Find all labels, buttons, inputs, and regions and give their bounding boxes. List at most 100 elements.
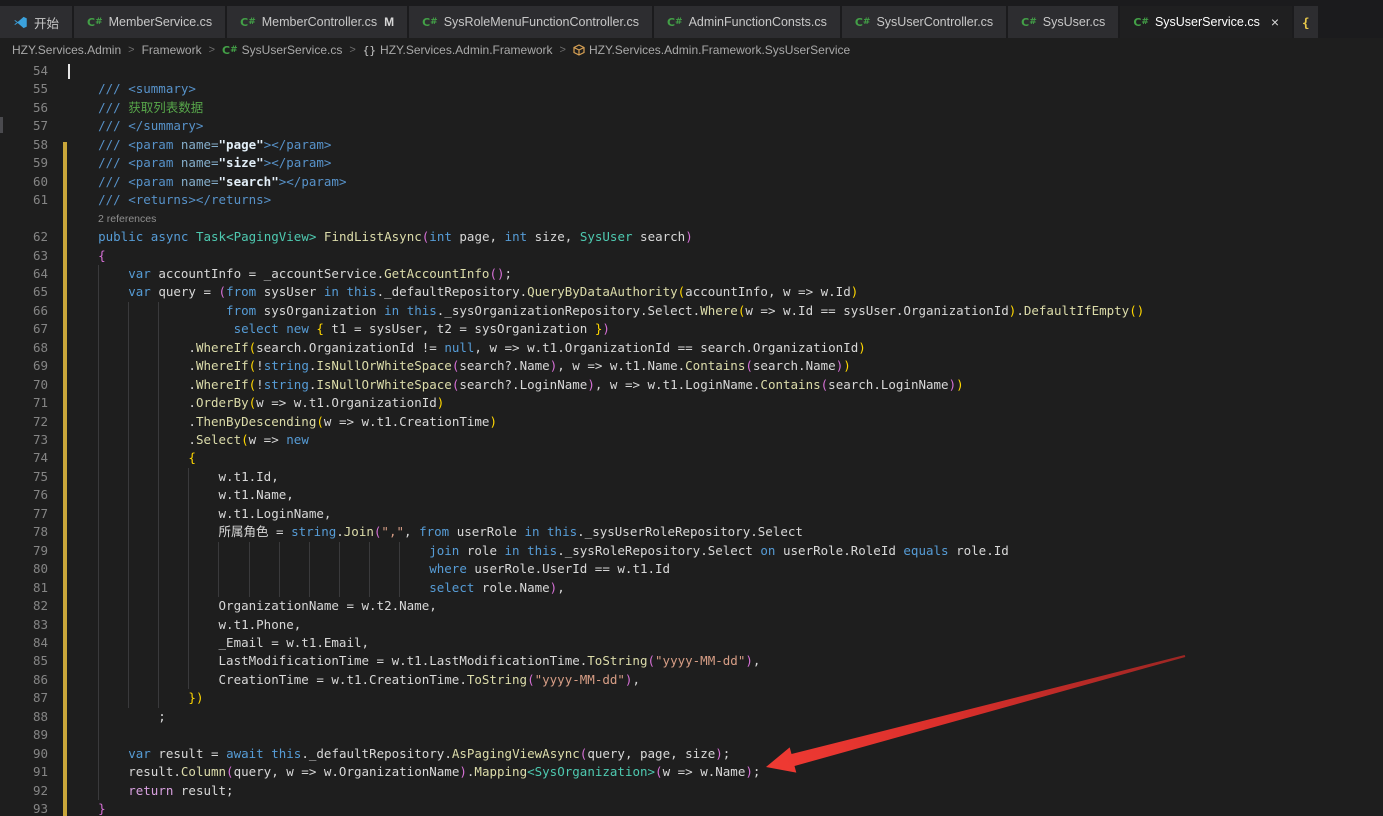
code-line[interactable]: 59 /// <param name="size"></param> [0, 154, 1383, 172]
code-line[interactable]: 54 [0, 62, 1383, 80]
code-line[interactable]: 90 var result = await this._defaultRepos… [0, 745, 1383, 763]
breadcrumb-item[interactable]: HZY.Services.Admin [12, 43, 121, 57]
code-line[interactable]: 55 /// <summary> [0, 80, 1383, 98]
code-line[interactable]: 57 /// </summary> [0, 117, 1383, 135]
code-line[interactable]: 80 where userRole.UserId == w.t1.Id [0, 560, 1383, 578]
code-line[interactable]: 69 .WhereIf(!string.IsNullOrWhiteSpace(s… [0, 357, 1383, 375]
code-text: /// <summary> [68, 80, 196, 98]
code-line[interactable]: 84 _Email = w.t1.Email, [0, 634, 1383, 652]
line-number: 90 [0, 745, 48, 763]
tab-label: SysRoleMenuFunctionController.cs [444, 15, 639, 29]
code-text: w.t1.LoginName, [68, 505, 331, 523]
code-editor[interactable]: 5455 /// <summary>56 /// 获取列表数据57 /// </… [0, 62, 1383, 816]
code-line[interactable]: 65 var query = (from sysUser in this._de… [0, 283, 1383, 301]
line-number: 77 [0, 505, 48, 523]
code-text: { [68, 449, 196, 467]
editor-tab[interactable]: { [1294, 6, 1318, 38]
breadcrumb-item[interactable]: HZY.Services.Admin.Framework.SysUserServ… [573, 43, 850, 57]
line-number: 83 [0, 616, 48, 634]
code-line[interactable]: 91 result.Column(query, w => w.Organizat… [0, 763, 1383, 781]
code-line[interactable]: 66 from sysOrganization in this._sysOrga… [0, 302, 1383, 320]
code-line[interactable]: 67 select new { t1 = sysUser, t2 = sysOr… [0, 320, 1383, 338]
breadcrumb-item[interactable]: C#SysUserService.cs [222, 43, 342, 57]
code-line[interactable]: 70 .WhereIf(!string.IsNullOrWhiteSpace(s… [0, 376, 1383, 394]
code-line[interactable]: 62 public async Task<PagingView> FindLis… [0, 228, 1383, 246]
code-line[interactable]: 56 /// 获取列表数据 [0, 99, 1383, 117]
code-line[interactable]: 89 [0, 726, 1383, 744]
code-line[interactable]: 78 所属角色 = string.Join(",", from userRole… [0, 523, 1383, 541]
csharp-file-icon: C# [87, 16, 103, 29]
indent-guide [369, 542, 370, 597]
line-number: 69 [0, 357, 48, 375]
line-number: 63 [0, 247, 48, 265]
line-number: 68 [0, 339, 48, 357]
braces-namespace-icon: {} [363, 44, 376, 57]
editor-tab[interactable]: 开始 [0, 6, 72, 38]
code-text: var result = await this._defaultReposito… [68, 745, 730, 763]
code-line[interactable]: 88 ; [0, 708, 1383, 726]
code-text: /// </summary> [68, 117, 203, 135]
code-line[interactable]: 85 LastModificationTime = w.t1.LastModif… [0, 652, 1383, 670]
editor-tab[interactable]: C# SysUser.cs [1008, 6, 1118, 38]
editor-tab[interactable]: C#MemberService.cs [74, 6, 225, 38]
code-line[interactable]: 64 var accountInfo = _accountService.Get… [0, 265, 1383, 283]
close-icon[interactable]: × [1271, 15, 1279, 29]
line-number: 76 [0, 486, 48, 504]
tab-label: MemberController.cs [262, 15, 377, 29]
code-text: _Email = w.t1.Email, [68, 634, 369, 652]
editor-tab[interactable]: C#SysUserService.cs× [1120, 6, 1292, 38]
tab-label: SysUser.cs [1043, 15, 1106, 29]
code-line[interactable]: 92 return result; [0, 782, 1383, 800]
indent-guide [249, 542, 250, 597]
code-text: .WhereIf(!string.IsNullOrWhiteSpace(sear… [68, 376, 964, 394]
code-line[interactable]: 83 w.t1.Phone, [0, 616, 1383, 634]
editor-tab[interactable]: C# SysRoleMenuFunctionController.cs [409, 6, 652, 38]
editor-tab[interactable]: C#MemberController.csM [227, 6, 407, 38]
editor-tab[interactable]: C#SysUserController.cs [842, 6, 1006, 38]
code-text: .OrderBy(w => w.t1.OrganizationId) [68, 394, 444, 412]
tab-label: { [1302, 15, 1310, 30]
csharp-file-icon: C# [422, 16, 438, 29]
editor-tab[interactable]: C#AdminFunctionConsts.cs [654, 6, 840, 38]
code-text: return result; [68, 782, 234, 800]
code-line[interactable]: 72 .ThenByDescending(w => w.t1.CreationT… [0, 413, 1383, 431]
code-line[interactable]: 93 } [0, 800, 1383, 816]
breadcrumb-item[interactable]: {}HZY.Services.Admin.Framework [363, 43, 553, 57]
chevron-right-icon: > [209, 44, 215, 56]
code-text: OrganizationName = w.t2.Name, [68, 597, 437, 615]
csharp-file-icon: C# [667, 16, 683, 29]
code-line[interactable]: 74 { [0, 449, 1383, 467]
code-line[interactable]: 79 join role in this._sysRoleRepository.… [0, 542, 1383, 560]
breadcrumb-item[interactable]: Framework [142, 43, 202, 57]
code-line[interactable]: 81 select role.Name), [0, 579, 1383, 597]
code-line[interactable]: 68 .WhereIf(search.OrganizationId != nul… [0, 339, 1383, 357]
code-line[interactable]: 75 w.t1.Id, [0, 468, 1383, 486]
code-text: .WhereIf(!string.IsNullOrWhiteSpace(sear… [68, 357, 851, 375]
code-line[interactable]: 58 /// <param name="page"></param> [0, 136, 1383, 154]
line-number: 88 [0, 708, 48, 726]
csharp-file-icon: C# [1133, 16, 1149, 29]
code-line[interactable]: 71 .OrderBy(w => w.t1.OrganizationId) [0, 394, 1383, 412]
code-text: .ThenByDescending(w => w.t1.CreationTime… [68, 413, 497, 431]
code-text: from sysOrganization in this._sysOrganiz… [68, 302, 1144, 320]
code-text: w.t1.Id, [68, 468, 279, 486]
text-cursor [68, 64, 70, 79]
code-line[interactable]: 86 CreationTime = w.t1.CreationTime.ToSt… [0, 671, 1383, 689]
code-line[interactable]: 73 .Select(w => new [0, 431, 1383, 449]
line-number: 91 [0, 763, 48, 781]
chevron-right-icon: > [128, 44, 134, 56]
code-line[interactable]: 87 }) [0, 689, 1383, 707]
code-line[interactable]: 82 OrganizationName = w.t2.Name, [0, 597, 1383, 615]
code-line[interactable]: 76 w.t1.Name, [0, 486, 1383, 504]
csharp-file-icon: C# [1021, 16, 1037, 29]
code-text: } [68, 800, 106, 816]
code-text: w.t1.Name, [68, 486, 294, 504]
code-line[interactable]: 63 { [0, 247, 1383, 265]
code-line[interactable]: 77 w.t1.LoginName, [0, 505, 1383, 523]
code-text: CreationTime = w.t1.CreationTime.ToStrin… [68, 671, 640, 689]
codelens-references-link[interactable]: 2 references [98, 211, 156, 228]
code-text: result.Column(query, w => w.Organization… [68, 763, 760, 781]
code-line[interactable]: 60 /// <param name="search"></param> [0, 173, 1383, 191]
codelens-row[interactable]: 2 references [0, 210, 1383, 228]
code-line[interactable]: 61 /// <returns></returns> [0, 191, 1383, 209]
